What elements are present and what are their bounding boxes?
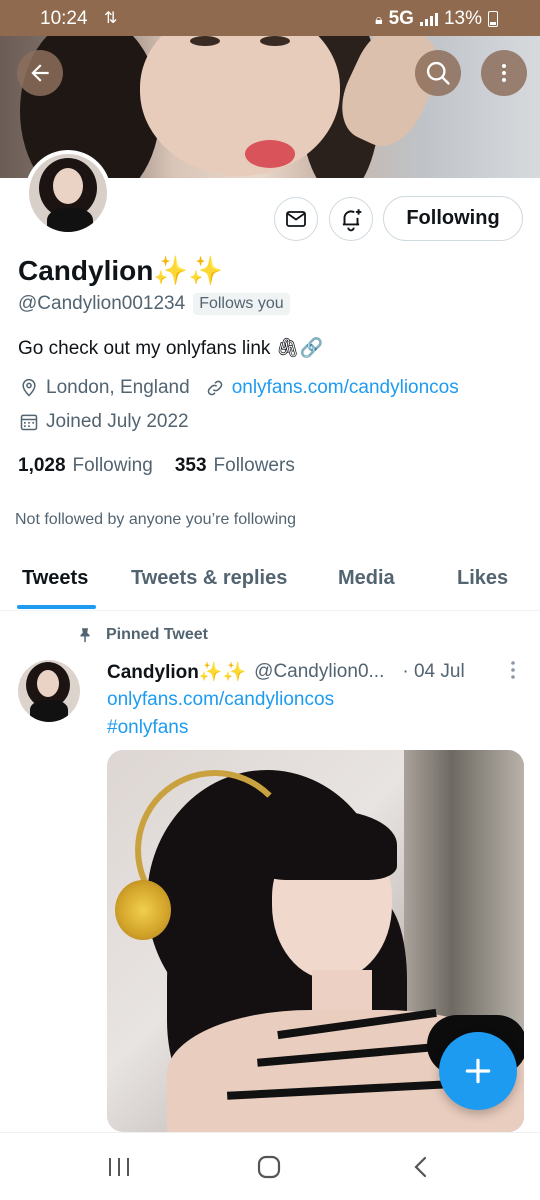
- avatar-small-face: [37, 670, 59, 697]
- profile-avatar[interactable]: [25, 150, 111, 236]
- more-vertical-icon: [511, 661, 515, 679]
- handle-row: @Candylion001234 Follows you: [18, 293, 290, 315]
- tweet-hashtag[interactable]: #onlyfans: [107, 717, 188, 739]
- signal-icon: [419, 12, 438, 26]
- tab-tweets[interactable]: Tweets: [22, 567, 88, 590]
- back-nav-button[interactable]: [410, 1155, 432, 1184]
- lock-icon: 🔒︎: [375, 10, 383, 27]
- more-vertical-icon: [502, 64, 506, 82]
- tweet-date[interactable]: · 04 Jul: [402, 661, 464, 683]
- banner-eye-left: [190, 36, 220, 46]
- battery-percent: 13%: [443, 8, 482, 29]
- tab-media[interactable]: Media: [338, 567, 395, 590]
- followers-count[interactable]: 353: [175, 455, 207, 477]
- compose-tweet-button[interactable]: [439, 1032, 517, 1110]
- avatar-small-top: [30, 700, 68, 722]
- avatar-top: [47, 208, 93, 232]
- not-followed-notice: Not followed by anyone you’re following: [15, 511, 297, 528]
- search-icon: [426, 61, 450, 85]
- sync-icon: ⇅: [104, 10, 118, 27]
- profile-location: London, England: [46, 377, 190, 398]
- active-tab-indicator: [17, 605, 96, 609]
- recents-icon: [109, 1158, 129, 1176]
- tweet-author-avatar[interactable]: [18, 660, 80, 722]
- profile-name: Candylion✨✨: [18, 255, 224, 286]
- location-icon: [18, 377, 40, 399]
- banner-eye-right: [260, 36, 290, 46]
- joined-row: Joined July 2022: [18, 411, 189, 433]
- calendar-icon: [18, 411, 40, 433]
- following-label[interactable]: Following: [73, 455, 153, 477]
- back-arrow-icon: [31, 64, 49, 82]
- home-icon: [257, 1155, 281, 1179]
- status-bar: 10:24 ⇅ 🔒︎ 5G 13%: [0, 0, 540, 36]
- avatar-face: [53, 168, 83, 204]
- network-label: 5G: [388, 8, 414, 29]
- bell-plus-icon: [342, 209, 362, 232]
- profile-bio: Go check out my onlyfans link 🖇🔗: [18, 338, 324, 359]
- recents-button[interactable]: [106, 1155, 132, 1184]
- media-bangs: [257, 810, 397, 880]
- tweet-more-button[interactable]: [505, 659, 521, 686]
- more-options-button[interactable]: [481, 50, 527, 96]
- following-button[interactable]: Following: [383, 196, 523, 241]
- compose-plus-icon: [465, 1058, 491, 1084]
- following-count[interactable]: 1,028: [18, 455, 66, 477]
- status-right: 🔒︎ 5G 13%: [375, 8, 498, 30]
- search-button[interactable]: [415, 50, 461, 96]
- mail-icon: [286, 211, 306, 227]
- banner-lips: [245, 140, 295, 168]
- pinned-tweet-label: Pinned Tweet: [106, 626, 208, 643]
- tweet-author-name[interactable]: Candylion✨✨: [107, 660, 246, 684]
- status-time: 10:24: [40, 8, 88, 29]
- media-gold-flower: [115, 880, 171, 940]
- system-nav-bar: [0, 1132, 540, 1200]
- tweet-link[interactable]: onlyfans.com/candylioncos: [107, 689, 334, 711]
- follow-counts: 1,028 Following 353 Followers: [18, 455, 317, 477]
- message-button[interactable]: [274, 197, 318, 241]
- notifications-button[interactable]: [329, 197, 373, 241]
- battery-icon: [488, 11, 498, 27]
- follows-you-badge: Follows you: [193, 293, 290, 315]
- profile-joined: Joined July 2022: [46, 411, 189, 432]
- pinned-label-row: Pinned Tweet: [76, 626, 208, 644]
- profile-tabs: Tweets Tweets & replies Media Likes: [0, 555, 540, 611]
- profile-handle: @Candylion001234: [18, 293, 186, 314]
- pin-icon: [80, 628, 90, 643]
- location-website-row: London, England onlyfans.com/candylionco…: [18, 377, 459, 399]
- profile-website-link[interactable]: onlyfans.com/candylioncos: [232, 377, 459, 399]
- link-icon: [204, 377, 226, 399]
- tweet-author-handle[interactable]: @Candylion0...: [254, 661, 384, 683]
- tab-tweets-replies[interactable]: Tweets & replies: [131, 567, 287, 590]
- back-nav-icon: [414, 1156, 427, 1178]
- followers-label[interactable]: Followers: [214, 455, 295, 477]
- back-button[interactable]: [17, 50, 63, 96]
- home-button[interactable]: [256, 1155, 282, 1184]
- tab-likes[interactable]: Likes: [457, 567, 508, 590]
- tweet-header: Candylion✨✨ @Candylion0... · 04 Jul: [107, 660, 527, 684]
